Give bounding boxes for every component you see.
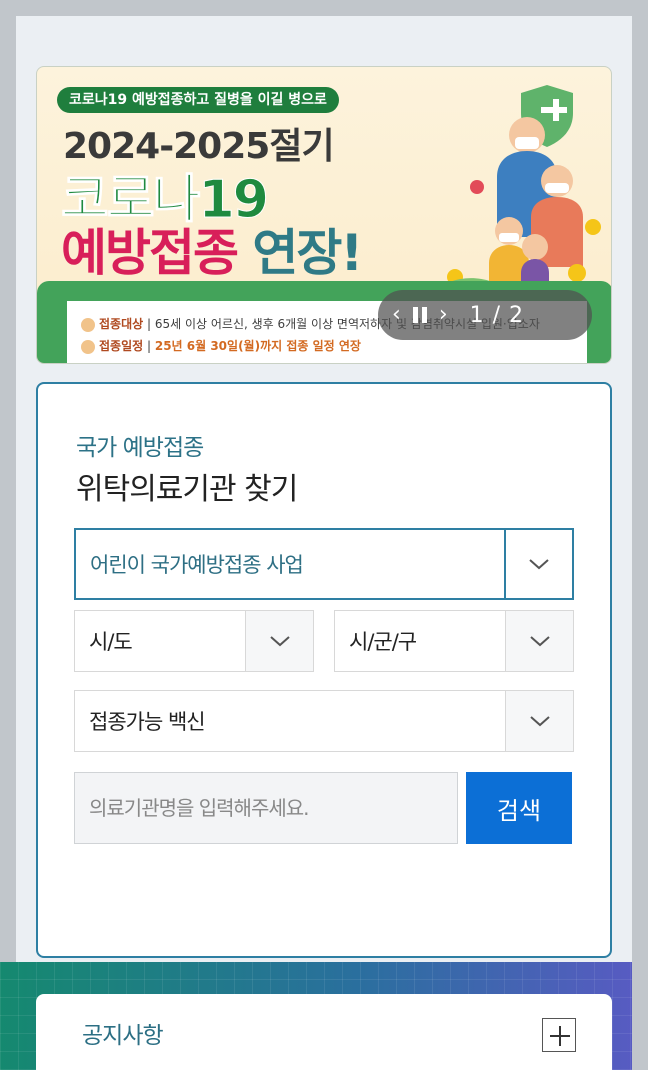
search-title: 위탁의료기관 찾기 (76, 472, 298, 507)
period-tag: 접종일정 (99, 339, 144, 353)
sigungu-select-value: 시/군/구 (349, 630, 417, 654)
banner-headline-2a: 예방접종 (61, 224, 239, 282)
pause-icon[interactable] (412, 307, 427, 323)
notice-card: 공지사항 (36, 994, 612, 1070)
notice-label: 공지사항 (82, 1023, 164, 1049)
vaccine-select[interactable]: 접종가능 백신 (74, 690, 574, 752)
sido-select[interactable]: 시/도 (74, 610, 314, 672)
period-bullet-icon (81, 339, 95, 354)
plus-icon[interactable] (542, 1018, 576, 1052)
banner-headline-2b: 연장! (252, 224, 363, 282)
program-select[interactable]: 어린이 국가예방접종 사업 (74, 528, 574, 600)
search-button[interactable]: 검색 (466, 772, 572, 844)
clinic-name-input[interactable] (74, 772, 458, 844)
vaccine-select-value: 접종가능 백신 (89, 710, 206, 734)
banner-pill: 코로나19 예방접종하고 질병을 이길 병으로 (57, 87, 339, 113)
chevron-left-icon[interactable]: ‹ (392, 304, 401, 326)
chevron-down-icon[interactable] (505, 691, 573, 751)
chevron-down-icon[interactable] (245, 611, 313, 671)
family-illustration (427, 85, 601, 307)
banner-headline-2: 예방접종 연장! (61, 213, 363, 285)
search-subtitle: 국가 예방접종 (76, 435, 204, 461)
program-select-value: 어린이 국가예방접종 사업 (90, 553, 304, 577)
chevron-right-icon[interactable]: › (439, 304, 448, 326)
banner-period-row: 접종일정 | 25년 6월 30일(월)까지 접종 일정 연장 (81, 337, 361, 354)
chevron-down-icon[interactable] (504, 530, 572, 598)
carousel-controls: ‹ › 1 / 2 (378, 290, 592, 340)
clinic-search-card: 국가 예방접종 위탁의료기관 찾기 어린이 국가예방접종 사업 시/도 시/군/… (36, 382, 612, 958)
scrollbar-track (632, 0, 648, 1070)
carousel-counter: 1 / 2 (469, 302, 525, 328)
target-tag: 접종대상 (99, 317, 144, 331)
target-bullet-icon (81, 317, 95, 332)
period-text: 25년 6월 30일(월)까지 접종 일정 연장 (154, 339, 361, 353)
page: 코로나19 예방접종하고 질병을 이길 병으로 2024-2025절기 코로나1… (16, 16, 632, 1070)
sido-select-value: 시/도 (89, 630, 133, 654)
chevron-down-icon[interactable] (505, 611, 573, 671)
sigungu-select[interactable]: 시/군/구 (334, 610, 574, 672)
